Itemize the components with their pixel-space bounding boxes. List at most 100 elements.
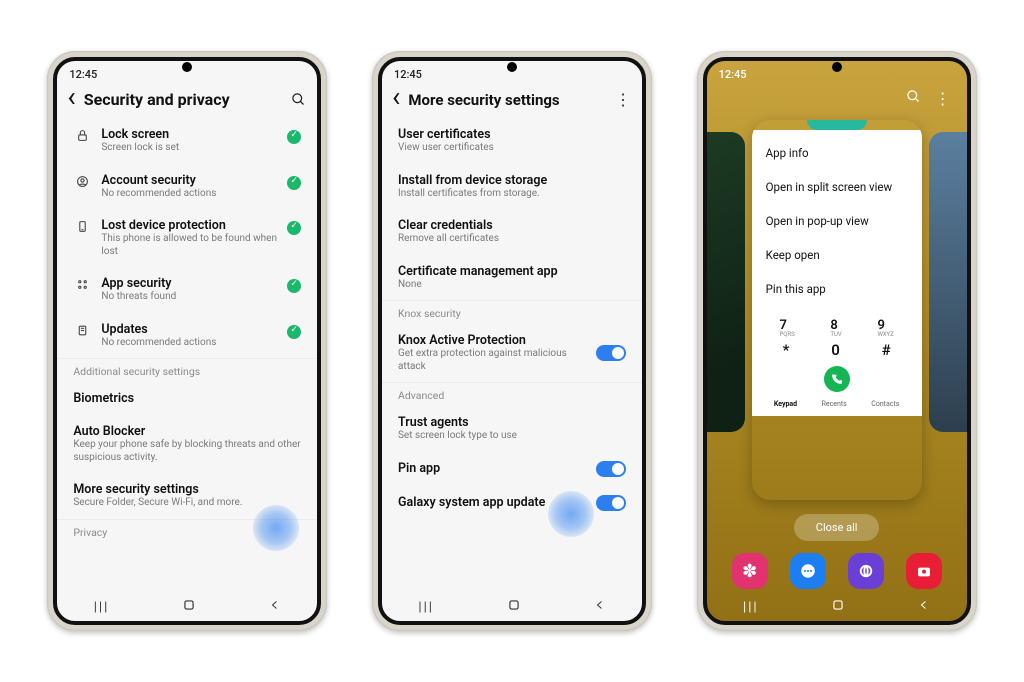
menu-keep-open[interactable]: Keep open <box>752 238 922 272</box>
item-sub: Screen lock is set <box>101 142 277 155</box>
check-badge <box>287 130 301 144</box>
dock: ✽ <box>707 547 967 593</box>
item-sub: No threats found <box>101 291 277 304</box>
nav-bar: ||| <box>382 593 642 621</box>
menu-app-info[interactable]: App info <box>752 136 922 170</box>
item-more-security[interactable]: More security settings Secure Folder, Se… <box>57 473 317 519</box>
more-icon[interactable]: ⋮ <box>614 90 632 109</box>
check-badge <box>287 325 301 339</box>
dial-key-7[interactable]: 7PQRS <box>780 318 795 338</box>
dial-key-hash[interactable]: # <box>882 341 891 359</box>
dial-key-star[interactable]: * <box>783 341 790 359</box>
item-galaxy-update[interactable]: Galaxy system app update <box>382 486 642 520</box>
toggle-switch[interactable] <box>596 345 626 361</box>
app-icon-tab[interactable] <box>807 120 867 130</box>
dock-messages-icon[interactable] <box>790 553 826 589</box>
item-biometrics[interactable]: Biometrics <box>57 382 317 415</box>
tab-contacts[interactable]: Contacts <box>871 400 899 408</box>
item-lost-device[interactable]: Lost device protection This phone is all… <box>57 209 317 267</box>
item-updates[interactable]: Updates No recommended actions <box>57 313 317 359</box>
dock-internet-icon[interactable] <box>848 553 884 589</box>
account-icon <box>73 173 91 188</box>
camera-hole <box>507 62 517 72</box>
nav-back-icon[interactable] <box>918 599 930 615</box>
menu-split-screen[interactable]: Open in split screen view <box>752 170 922 204</box>
dock-gallery-icon[interactable]: ✽ <box>732 553 768 589</box>
nav-back-icon[interactable] <box>269 599 281 615</box>
dial-tabs: Keypad Recents Contacts <box>762 396 912 408</box>
menu-pin-app[interactable]: Pin this app <box>752 272 922 306</box>
item-app-security[interactable]: App security No threats found <box>57 267 317 313</box>
dial-row: * 0 # <box>762 338 912 362</box>
content-area: User certificates View user certificates… <box>382 118 642 593</box>
toggle-switch[interactable] <box>596 461 626 477</box>
tab-keypad[interactable]: Keypad <box>774 400 797 408</box>
more-icon[interactable]: ⋮ <box>935 89 951 108</box>
item-title: Lock screen <box>101 127 277 142</box>
item-title: User certificates <box>398 127 626 142</box>
back-icon[interactable] <box>67 89 75 110</box>
item-user-certificates[interactable]: User certificates View user certificates <box>382 118 642 164</box>
recents-toolbar: ⋮ <box>707 87 967 114</box>
device-icon <box>73 218 91 233</box>
call-button[interactable] <box>824 366 850 392</box>
item-account-security[interactable]: Account security No recommended actions <box>57 164 317 210</box>
section-advanced: Advanced <box>382 382 642 406</box>
item-title: Lost device protection <box>101 218 277 233</box>
recent-card-left[interactable] <box>703 132 745 432</box>
camera-hole <box>182 62 192 72</box>
status-time: 12:45 <box>719 68 747 81</box>
page-title: Security and privacy <box>84 90 282 109</box>
section-privacy: Privacy <box>57 519 317 543</box>
item-title: Account security <box>101 173 277 188</box>
recent-card-right[interactable] <box>929 132 971 432</box>
screen-1: 12:45 Security and privacy Lock screen S… <box>53 57 321 625</box>
nav-recents-icon[interactable]: ||| <box>743 600 759 615</box>
recents-area: App info Open in split screen view Open … <box>707 114 967 500</box>
status-time: 12:45 <box>394 68 422 81</box>
check-badge <box>287 176 301 190</box>
screen-2: 12:45 More security settings ⋮ User cert… <box>378 57 646 625</box>
menu-popup-view[interactable]: Open in pop-up view <box>752 204 922 238</box>
nav-recents-icon[interactable]: ||| <box>418 600 434 615</box>
toggle-switch[interactable] <box>596 495 626 511</box>
item-sub: No recommended actions <box>101 337 277 350</box>
updates-icon <box>73 322 91 337</box>
search-icon[interactable] <box>906 89 921 108</box>
recent-card-center[interactable]: App info Open in split screen view Open … <box>752 120 922 500</box>
nav-back-icon[interactable] <box>594 599 606 615</box>
item-install-storage[interactable]: Install from device storage Install cert… <box>382 164 642 210</box>
item-lock-screen[interactable]: Lock screen Screen lock is set <box>57 118 317 164</box>
check-badge <box>287 221 301 235</box>
back-icon[interactable] <box>392 89 400 110</box>
item-pin-app[interactable]: Pin app <box>382 452 642 486</box>
context-menu: App info Open in split screen view Open … <box>752 130 922 312</box>
dial-row: 7PQRS 8TUV 9WXYZ <box>762 318 912 338</box>
tab-recents[interactable]: Recents <box>822 400 847 408</box>
item-sub: Install certificates from storage. <box>398 188 626 201</box>
dock-camera-icon[interactable] <box>906 553 942 589</box>
nav-bar: ||| <box>57 593 317 621</box>
item-knox-protection[interactable]: Knox Active Protection Get extra protect… <box>382 324 642 382</box>
dial-key-8[interactable]: 8TUV <box>830 318 841 338</box>
nav-recents-icon[interactable]: ||| <box>94 600 110 615</box>
close-all-button[interactable]: Close all <box>794 514 880 541</box>
item-title: Auto Blocker <box>73 424 301 439</box>
item-title: Clear credentials <box>398 218 626 233</box>
nav-home-icon[interactable] <box>831 598 845 616</box>
item-title: Certificate management app <box>398 264 626 279</box>
dial-key-0[interactable]: 0 <box>831 341 840 359</box>
item-trust-agents[interactable]: Trust agents Set screen lock type to use <box>382 406 642 452</box>
phone-frame-3: 12:45 ⋮ App info Open in split screen vi… <box>697 51 977 631</box>
dial-key-9[interactable]: 9WXYZ <box>877 318 893 338</box>
item-sub: Keep your phone safe by blocking threats… <box>73 439 301 464</box>
search-icon[interactable] <box>289 92 307 107</box>
item-sub: Set screen lock type to use <box>398 430 626 443</box>
item-clear-credentials[interactable]: Clear credentials Remove all certificate… <box>382 209 642 255</box>
nav-bar: ||| <box>707 593 967 621</box>
item-title: Galaxy system app update <box>398 495 588 510</box>
item-cert-management[interactable]: Certificate management app None <box>382 255 642 301</box>
nav-home-icon[interactable] <box>182 598 196 616</box>
nav-home-icon[interactable] <box>507 598 521 616</box>
item-auto-blocker[interactable]: Auto Blocker Keep your phone safe by blo… <box>57 415 317 473</box>
